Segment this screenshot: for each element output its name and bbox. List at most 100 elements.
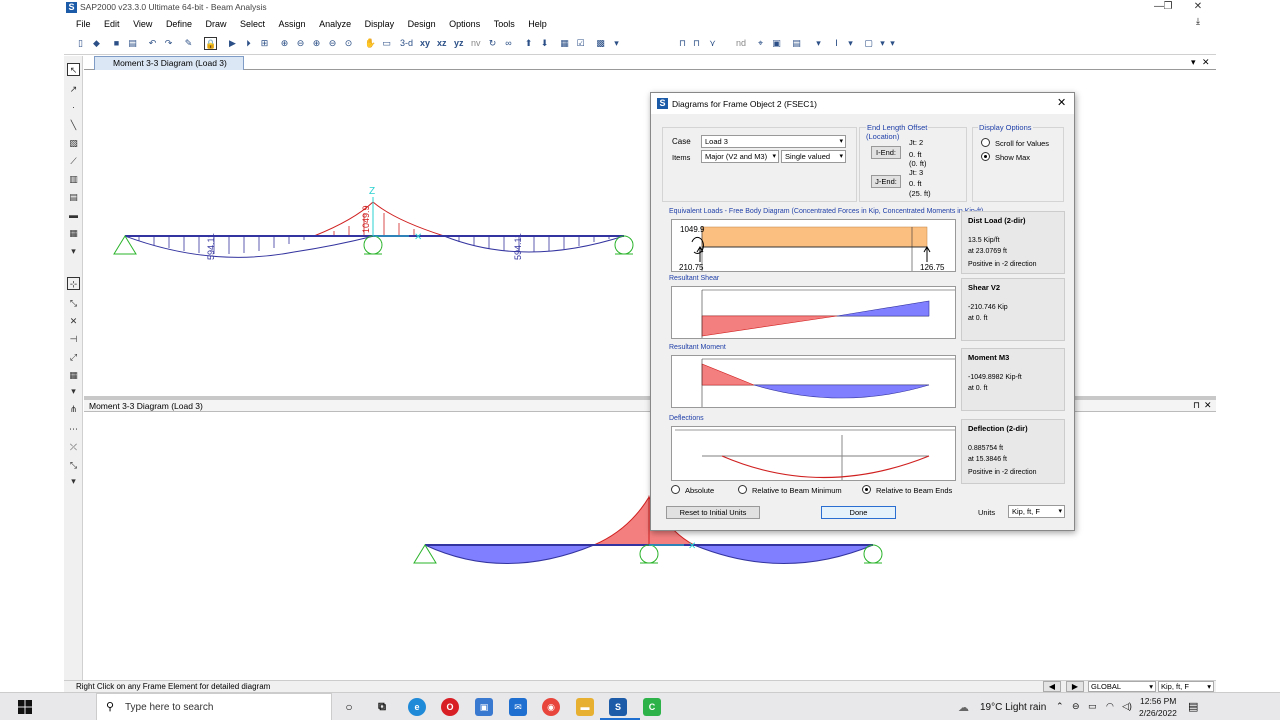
draw-area-icon[interactable]: ▤ bbox=[67, 191, 80, 204]
restore-icon[interactable]: ❐ bbox=[1160, 1, 1176, 12]
rectangle-area-icon[interactable]: ▬ bbox=[67, 209, 80, 222]
pane-close-icon[interactable]: ✕ bbox=[1202, 57, 1210, 68]
wifi-icon[interactable]: ◠ bbox=[1106, 701, 1114, 712]
value-mode-select[interactable]: Single valued ▾ bbox=[781, 150, 846, 163]
quick-area-icon[interactable]: ▦ bbox=[67, 227, 80, 240]
snap-ps-icon[interactable]: ⋯ bbox=[67, 423, 80, 436]
view-nv-button[interactable]: nv bbox=[471, 38, 481, 48]
run-analysis-icon[interactable]: ▶ bbox=[226, 37, 239, 50]
menu-display[interactable]: Display bbox=[365, 19, 395, 29]
frame-icon[interactable]: ⊓ bbox=[676, 37, 689, 50]
dialog-close-icon[interactable]: ✕ bbox=[1057, 96, 1066, 109]
dropdown-icon[interactable]: ▾ bbox=[67, 385, 80, 398]
dropdown-icon[interactable]: ▾ bbox=[886, 37, 899, 50]
select-intersect-icon[interactable]: ⤡ bbox=[67, 297, 80, 310]
draw-frame-icon[interactable]: ╲ bbox=[67, 119, 80, 132]
open-icon[interactable]: ◆ bbox=[90, 37, 103, 50]
show-max-radio[interactable] bbox=[981, 152, 990, 161]
joint-icon[interactable]: ⌖ bbox=[754, 37, 767, 50]
display-options-icon[interactable]: ⊞ bbox=[258, 37, 271, 50]
dropdown-icon[interactable]: ▾ bbox=[844, 37, 857, 50]
move-up-icon[interactable]: ⬆ bbox=[522, 37, 535, 50]
j-end-button[interactable]: J-End: bbox=[871, 175, 901, 188]
download-icon[interactable]: ⤓ bbox=[1196, 16, 1200, 27]
print-icon[interactable]: ▤ bbox=[126, 37, 139, 50]
dialog-units-select[interactable]: Kip, ft, F ▾ bbox=[1008, 505, 1065, 518]
tab-moment-diagram[interactable]: Moment 3-3 Diagram (Load 3) bbox=[94, 56, 244, 70]
lock-icon[interactable]: 🔒 bbox=[204, 37, 217, 50]
select-cross-icon[interactable]: ✕ bbox=[67, 315, 80, 328]
menu-assign[interactable]: Assign bbox=[279, 19, 306, 29]
items-select[interactable]: Major (V2 and M3) ▾ bbox=[701, 150, 779, 163]
menu-draw[interactable]: Draw bbox=[205, 19, 226, 29]
draw-link-icon[interactable]: ▥ bbox=[67, 173, 80, 186]
area-icon[interactable]: ▣ bbox=[770, 37, 783, 50]
view-3d-button[interactable]: 3-d bbox=[400, 38, 413, 48]
taskbar-search-box[interactable]: ⚲ Type here to search bbox=[96, 693, 332, 720]
file-explorer-icon[interactable]: ▬ bbox=[576, 698, 594, 716]
tray-network-icon[interactable]: ▭ bbox=[1088, 701, 1097, 712]
coord-system-select[interactable]: GLOBAL ▾ bbox=[1088, 681, 1156, 692]
select-line-icon[interactable]: ⊣ bbox=[67, 333, 80, 346]
select-poly-icon[interactable]: ⤢ bbox=[67, 351, 80, 364]
run-now-icon[interactable]: ⏵ bbox=[242, 37, 255, 50]
pointer-icon[interactable]: ↖ bbox=[67, 63, 80, 76]
nd-button[interactable]: nd bbox=[736, 38, 746, 48]
snap-intersect-icon[interactable]: ⤫ bbox=[67, 441, 80, 454]
zoom-window-icon[interactable]: ⊕ bbox=[278, 37, 291, 50]
close-icon[interactable]: ✕ bbox=[1190, 1, 1206, 12]
relative-ends-radio[interactable] bbox=[862, 485, 871, 494]
chrome-icon[interactable]: ◉ bbox=[542, 698, 560, 716]
case-select[interactable]: Load 3 ▾ bbox=[701, 135, 846, 148]
zoom-in-icon[interactable]: ⊕ bbox=[310, 37, 323, 50]
edit-pencil-icon[interactable]: ✎ bbox=[182, 37, 195, 50]
camtasia-icon[interactable]: C bbox=[643, 698, 661, 716]
cable-icon[interactable]: ⋎ bbox=[706, 37, 719, 50]
snap-extend-icon[interactable]: ⤡ bbox=[67, 459, 80, 472]
done-button[interactable]: Done bbox=[821, 506, 896, 519]
snap-all-icon[interactable]: ⋔ bbox=[67, 403, 80, 416]
opera-icon[interactable]: O bbox=[441, 698, 459, 716]
pin-icon[interactable]: ⊓ bbox=[1193, 400, 1200, 411]
task-view-icon[interactable]: ⧉ bbox=[373, 698, 391, 716]
view-xy-button[interactable]: xy bbox=[420, 38, 430, 48]
view-xz-button[interactable]: xz bbox=[437, 38, 447, 48]
object-shrink-icon[interactable]: ▩ bbox=[594, 37, 607, 50]
select-all-icon[interactable]: ▦ bbox=[67, 369, 80, 382]
notifications-icon[interactable]: ▤ bbox=[1188, 700, 1198, 713]
next-arrow-button[interactable]: ▶ bbox=[1066, 681, 1084, 692]
clock-date[interactable]: 2/26/2022 bbox=[1139, 708, 1177, 718]
mail-icon[interactable]: ✉ bbox=[509, 698, 527, 716]
undo-icon[interactable]: ↶ bbox=[146, 37, 159, 50]
brace-icon[interactable]: ⟋ bbox=[67, 155, 80, 168]
menu-define[interactable]: Define bbox=[166, 19, 192, 29]
windows-start-icon[interactable] bbox=[18, 700, 32, 714]
quick-frame-icon[interactable]: ▧ bbox=[67, 137, 80, 150]
zoom-full-icon[interactable]: ⊙ bbox=[342, 37, 355, 50]
absolute-radio[interactable] bbox=[671, 485, 680, 494]
previous-arrow-button[interactable]: ◀ bbox=[1043, 681, 1061, 692]
menu-select[interactable]: Select bbox=[240, 19, 265, 29]
weather-icon[interactable]: ☁ bbox=[958, 701, 969, 714]
relative-min-radio[interactable] bbox=[738, 485, 747, 494]
reset-units-button[interactable]: Reset to Initial Units bbox=[666, 506, 760, 519]
cortana-icon[interactable]: ○ bbox=[340, 698, 358, 716]
bottom-pane-close-icon[interactable]: ✕ bbox=[1204, 400, 1212, 411]
sap2000-taskbar-icon[interactable]: S bbox=[609, 698, 627, 716]
reshape-icon[interactable]: ↗ bbox=[67, 83, 80, 96]
new-model-icon[interactable]: ▯ bbox=[74, 37, 87, 50]
pan-icon[interactable]: ✋ bbox=[364, 37, 377, 50]
dropdown-icon[interactable]: ▾ bbox=[67, 475, 80, 488]
weather-text[interactable]: 19°C Light rain bbox=[980, 702, 1046, 713]
clock-time[interactable]: 12:56 PM bbox=[1140, 696, 1176, 706]
i-end-button[interactable]: I-End: bbox=[871, 146, 901, 159]
menu-help[interactable]: Help bbox=[528, 19, 547, 29]
pane-dropdown-icon[interactable]: ▾ bbox=[1191, 57, 1196, 68]
zoom-out-icon[interactable]: ⊖ bbox=[326, 37, 339, 50]
table-icon[interactable]: ▤ bbox=[790, 37, 803, 50]
edge-icon[interactable]: e bbox=[408, 698, 426, 716]
dropdown-icon[interactable]: ▾ bbox=[67, 245, 80, 258]
dropdown-icon[interactable]: ▾ bbox=[610, 37, 623, 50]
redo-icon[interactable]: ↷ bbox=[162, 37, 175, 50]
section-icon[interactable]: Ⅰ bbox=[830, 37, 843, 50]
